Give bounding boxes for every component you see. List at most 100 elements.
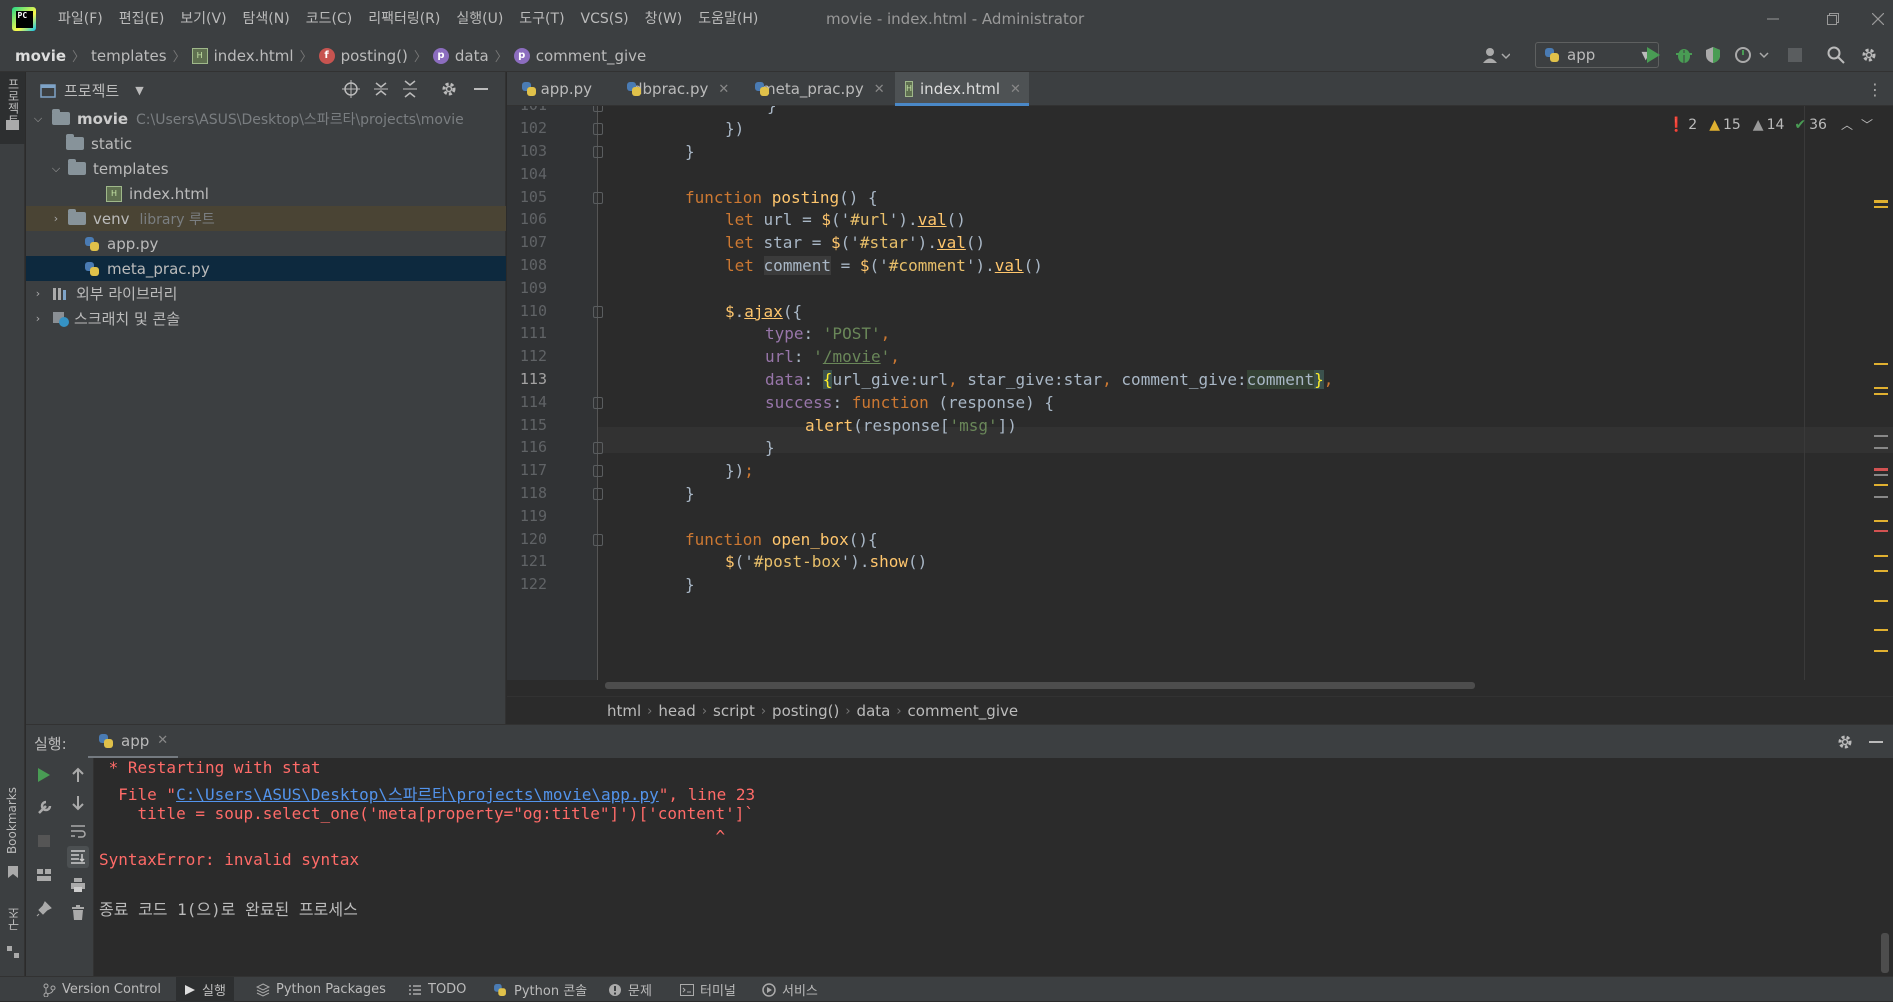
gear-icon[interactable]	[440, 80, 458, 98]
menu-tools[interactable]: 도구(T)	[511, 0, 572, 38]
tool-problems[interactable]: 문제	[608, 977, 652, 1002]
code-area[interactable]: 101 102 103 104 105 106 107 108 109 110 …	[507, 106, 1893, 680]
run-tab-app[interactable]: app ✕	[88, 725, 179, 759]
scroll-to-end-button[interactable]	[67, 846, 89, 868]
print-button[interactable]	[67, 874, 89, 896]
clear-button[interactable]	[67, 902, 89, 924]
menu-view[interactable]: 보기(V)	[172, 0, 234, 38]
scroll-down-button[interactable]	[67, 792, 89, 814]
stop-button[interactable]	[1788, 48, 1802, 62]
run-button[interactable]	[1645, 46, 1661, 64]
tool-version-control[interactable]: Version Control	[42, 977, 161, 1002]
tool-python-console[interactable]: Python 콘솔	[492, 977, 587, 1002]
fold-marker[interactable]	[593, 106, 603, 112]
editor-crumb[interactable]: head	[658, 702, 695, 720]
pin-button[interactable]	[33, 898, 55, 920]
tool-python-packages[interactable]: Python Packages	[256, 977, 386, 1002]
close-tab-icon[interactable]: ✕	[157, 733, 168, 748]
tree-item-movie[interactable]: ⌵ movie C:\Users\ASUS\Desktop\스파르타\proje…	[26, 106, 506, 131]
breadcrumb-field[interactable]: comment_give	[536, 47, 647, 65]
close-tab-icon[interactable]: ✕	[1010, 82, 1021, 97]
menu-vcs[interactable]: VCS(S)	[573, 0, 637, 38]
inspection-widget[interactable]: ❗ 2 ▲ 15 ▲ 14 ✔ 36 ︿ ﹀	[1668, 116, 1873, 133]
run-config-selector[interactable]: app ▼	[1535, 42, 1659, 68]
breadcrumb-data[interactable]: data	[455, 47, 489, 65]
edit-config-button[interactable]	[33, 797, 55, 819]
horizontal-scrollbar[interactable]	[605, 682, 1475, 689]
close-tab-icon[interactable]: ✕	[874, 82, 885, 97]
editor-crumb[interactable]: html	[607, 702, 641, 720]
tab-meta-prac-py[interactable]: meta_prac.py ✕	[744, 72, 886, 106]
tab-index-html[interactable]: H index.html ✕	[895, 72, 1029, 106]
scroll-up-button[interactable]	[67, 764, 89, 786]
minimize-button[interactable]	[1743, 0, 1803, 38]
file-link[interactable]: C:\Users\ASUS\Desktop\스파르타\projects\movi…	[176, 785, 659, 804]
fold-marker[interactable]	[593, 534, 603, 546]
fold-marker[interactable]	[593, 465, 603, 477]
tab-dbprac-py[interactable]: dbprac.py ✕	[616, 72, 732, 106]
close-tab-icon[interactable]: ✕	[718, 82, 729, 97]
user-icon[interactable]	[1482, 46, 1510, 64]
tool-todo[interactable]: TODO	[408, 977, 466, 1002]
editor-crumb[interactable]: script	[713, 702, 755, 720]
bookmarks-tool-tab[interactable]: Bookmarks	[0, 787, 25, 887]
soft-wrap-button[interactable]	[67, 820, 89, 842]
project-tool-tab[interactable]: 프로젝트	[0, 72, 25, 144]
tool-run[interactable]: 실행	[176, 977, 234, 1002]
editor-crumb[interactable]: posting()	[772, 702, 839, 720]
menu-run[interactable]: 실행(U)	[448, 0, 511, 38]
menu-window[interactable]: 창(W)	[637, 0, 691, 38]
menu-edit[interactable]: 편집(E)	[111, 0, 173, 38]
gear-icon[interactable]	[1836, 733, 1854, 751]
layout-button[interactable]	[33, 864, 55, 886]
tree-item-index-html[interactable]: H index.html	[26, 181, 506, 206]
project-view-selector[interactable]: 프로젝트 ▼	[40, 80, 144, 101]
search-button[interactable]	[1827, 46, 1845, 64]
more-tabs-icon[interactable]: ⋮	[1867, 80, 1883, 99]
stop-button[interactable]	[33, 830, 55, 852]
tree-item-external-libraries[interactable]: › 외부 라이브러리	[26, 281, 506, 306]
locate-icon[interactable]	[342, 80, 360, 98]
fold-marker[interactable]	[593, 192, 603, 204]
chevron-up-icon[interactable]: ︿	[1841, 116, 1853, 133]
close-window-button[interactable]	[1863, 0, 1893, 38]
menu-file[interactable]: 파일(F)	[50, 0, 111, 38]
menu-help[interactable]: 도움말(H)	[690, 0, 766, 38]
fold-marker[interactable]	[593, 123, 603, 135]
fold-marker[interactable]	[593, 306, 603, 318]
editor-crumb[interactable]: data	[857, 702, 891, 720]
structure-tool-tab[interactable]: 구조	[0, 907, 25, 977]
chevron-down-icon[interactable]: ﹀	[1861, 116, 1873, 133]
breadcrumb-file[interactable]: index.html	[214, 47, 294, 65]
breadcrumb-folder[interactable]: templates	[91, 47, 167, 65]
vertical-scrollbar[interactable]	[1881, 933, 1889, 973]
restore-button[interactable]	[1803, 0, 1863, 38]
tree-item-static[interactable]: static	[26, 131, 506, 156]
fold-marker[interactable]	[593, 442, 603, 454]
hide-panel-icon[interactable]	[473, 80, 489, 98]
tree-item-meta-prac-py[interactable]: meta_prac.py	[26, 256, 506, 281]
breadcrumb-function[interactable]: posting()	[341, 47, 408, 65]
error-stripe[interactable]	[1874, 200, 1893, 680]
fold-marker[interactable]	[593, 146, 603, 158]
tool-terminal[interactable]: 터미널	[680, 977, 736, 1002]
rerun-button[interactable]	[33, 764, 55, 786]
coverage-button[interactable]	[1704, 46, 1722, 64]
menu-code[interactable]: 코드(C)	[298, 0, 360, 38]
fold-marker[interactable]	[593, 488, 603, 500]
tree-item-templates[interactable]: ⌵ templates	[26, 156, 506, 181]
breadcrumb-project[interactable]: movie	[15, 47, 66, 65]
collapse-all-icon[interactable]	[401, 80, 419, 98]
tree-item-venv[interactable]: › venv library 루트	[26, 206, 506, 231]
debug-button[interactable]	[1675, 46, 1693, 64]
expand-all-icon[interactable]	[372, 80, 390, 98]
hide-panel-icon[interactable]	[1868, 733, 1884, 751]
fold-marker[interactable]	[593, 397, 603, 409]
menu-refactor[interactable]: 리팩터링(R)	[360, 0, 448, 38]
tree-item-scratches[interactable]: › 스크래치 및 콘솔	[26, 306, 506, 331]
tab-app-py[interactable]: app.py	[511, 72, 602, 106]
profile-button[interactable]	[1734, 46, 1770, 64]
tool-services[interactable]: 서비스	[762, 977, 818, 1002]
console-output[interactable]: * Restarting with stat File "C:\Users\AS…	[94, 758, 1893, 976]
editor-crumb[interactable]: comment_give	[908, 702, 1019, 720]
